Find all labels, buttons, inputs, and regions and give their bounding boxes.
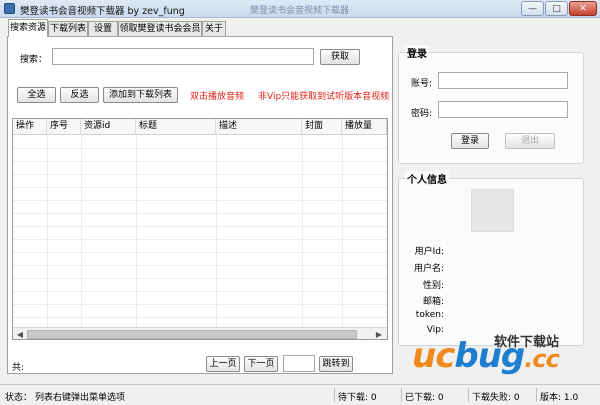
username-label: 用户名:: [413, 264, 444, 274]
horizontal-scrollbar[interactable]: ◀ ▶: [13, 327, 387, 339]
tab-get-membership[interactable]: 领取樊登读书会会员: [118, 21, 202, 36]
email-label: 邮箱:: [422, 297, 444, 307]
column-header-resource-id[interactable]: 资源id: [81, 119, 136, 135]
minimize-button[interactable]: —: [521, 1, 544, 16]
status-separator: [468, 388, 469, 402]
vip-hint: 非Vip只能获取到试听版本音视频: [258, 92, 390, 102]
gender-label: 性别:: [422, 281, 444, 291]
password-input[interactable]: [438, 101, 568, 118]
downloaded-count: 已下载: 0: [405, 393, 444, 403]
scrollbar-thumb[interactable]: [27, 330, 357, 339]
window-title: 樊登读书会音视频下载器 by zev_fung: [20, 6, 185, 17]
column-header-title[interactable]: 标题: [136, 119, 216, 135]
vip-label: Vip:: [426, 325, 444, 335]
logout-button[interactable]: 退出: [505, 133, 555, 149]
pending-count: 待下载: 0: [338, 393, 377, 403]
search-input[interactable]: [52, 48, 314, 65]
scroll-left-icon[interactable]: ◀: [14, 329, 26, 339]
column-header-play-count[interactable]: 播放量: [342, 119, 387, 135]
failed-count: 下载失败: 0: [472, 393, 520, 403]
watermark-logo: ucbug.cc: [412, 336, 560, 376]
goto-page-button[interactable]: 跳转到: [319, 356, 353, 372]
tab-download-list[interactable]: 下载列表: [48, 21, 88, 36]
status-message: 列表右键弹出菜单选项: [35, 393, 126, 403]
maximize-button[interactable]: □: [545, 1, 568, 16]
column-header-cover[interactable]: 封面: [302, 119, 342, 135]
status-separator: [401, 388, 402, 402]
status-separator: [334, 388, 335, 402]
account-label: 账号:: [411, 79, 433, 89]
background-window-title: 樊登读书会音视频下载器: [250, 6, 350, 16]
search-label: 搜索：: [20, 55, 48, 65]
add-to-download-list-button[interactable]: 添加到下载列表: [103, 87, 178, 103]
tab-settings[interactable]: 设置: [88, 21, 118, 36]
account-input[interactable]: [438, 72, 568, 89]
fetch-button[interactable]: 获取: [320, 49, 360, 65]
double-click-hint: 双击播放音频: [190, 92, 245, 102]
column-header-description[interactable]: 描述: [216, 119, 302, 135]
status-label: 状态：: [5, 393, 33, 403]
page-number-input[interactable]: [283, 355, 315, 372]
table-grid-lines: [13, 135, 387, 327]
status-separator: [536, 388, 537, 402]
column-header-index[interactable]: 序号: [47, 119, 81, 135]
version-label: 版本: 1.0: [540, 393, 579, 403]
login-title: 登录: [405, 45, 429, 60]
app-icon: [4, 3, 15, 14]
watermark-logo-tail: .cc: [524, 345, 560, 373]
user-id-label: 用户Id:: [414, 247, 444, 257]
prev-page-button[interactable]: 上一页: [206, 356, 240, 372]
tab-about[interactable]: 关于: [202, 21, 226, 36]
profile-title: 个人信息: [405, 171, 449, 186]
table-header: 操作 序号 资源id 标题 描述 封面 播放量: [13, 119, 387, 135]
token-label: token:: [415, 310, 444, 320]
next-page-button[interactable]: 下一页: [244, 356, 278, 372]
password-label: 密码:: [411, 109, 433, 119]
close-button[interactable]: ✕: [569, 1, 597, 16]
watermark-logo-uc: uc: [412, 336, 455, 376]
column-header-action[interactable]: 操作: [13, 119, 47, 135]
resource-table[interactable]: 操作 序号 资源id 标题 描述 封面 播放量 ◀ ▶: [12, 118, 388, 340]
select-all-button[interactable]: 全选: [17, 87, 56, 103]
status-bar: 状态： 列表右键弹出菜单选项 待下载: 0 已下载: 0 下载失败: 0 版本:…: [0, 384, 600, 405]
avatar-image: [471, 189, 514, 232]
watermark-logo-bug: bug: [454, 336, 525, 376]
title-bar[interactable]: 樊登读书会音视频下载器 by zev_fung 樊登读书会音视频下载器 — □ …: [0, 0, 600, 18]
invert-selection-button[interactable]: 反选: [60, 87, 99, 103]
login-button[interactable]: 登录: [451, 133, 489, 149]
total-label: 共:: [12, 363, 25, 373]
tab-search-resources[interactable]: 搜索资源: [8, 19, 48, 37]
